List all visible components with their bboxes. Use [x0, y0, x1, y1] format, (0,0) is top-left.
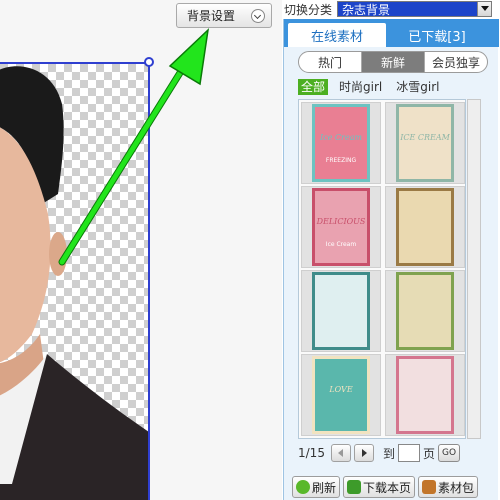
- thumbnail-text: ICE CREAM: [400, 133, 450, 142]
- thumbnail-subtext: FREEZING: [325, 157, 357, 164]
- filter-row: 全部 时尚girl 冰雪girl: [298, 79, 442, 95]
- sort-segmented-control: 热门 新鲜 会员独享: [298, 51, 488, 73]
- thumbnail-item[interactable]: [385, 354, 465, 436]
- tab-label: 在线素材: [310, 29, 363, 45]
- category-selected-value: 杂志背景: [342, 3, 391, 17]
- thumbnail-vintage-paper-frame: [396, 188, 454, 266]
- material-tabs: 在线素材 已下载[3]: [284, 19, 499, 47]
- thumbnail-teal-floral-frame: [312, 272, 370, 350]
- thumbnail-ice-cream-pink-poster: Ice Cream FREEZING: [312, 104, 370, 182]
- filter-snow-girl[interactable]: 冰雪girl: [393, 79, 442, 95]
- editing-canvas[interactable]: 背景设置: [0, 0, 282, 500]
- thumbnail-subtext: Ice Cream: [325, 241, 357, 248]
- thumbnail-love-teal-frame: LOVE: [312, 356, 370, 434]
- refresh-button[interactable]: 刷新: [292, 476, 341, 498]
- sort-label: 新鲜: [380, 55, 405, 70]
- sort-label: 会员独享: [431, 55, 480, 70]
- material-package-button[interactable]: 素材包: [418, 476, 479, 498]
- refresh-icon: [296, 480, 310, 494]
- page-indicator: 1/15: [298, 446, 325, 460]
- category-label: 切换分类: [284, 2, 333, 17]
- thumbnail-scrollbar[interactable]: [467, 99, 481, 439]
- thumbnail-delicious-ice-cream-poster: DELICIOUS Ice Cream: [312, 188, 370, 266]
- thumbnail-item[interactable]: Ice Cream FREEZING: [301, 102, 381, 184]
- pagination: 1/15 到 页 GO: [298, 443, 461, 463]
- tab-online-materials[interactable]: 在线素材: [288, 23, 386, 47]
- next-page-button[interactable]: [354, 444, 374, 462]
- category-switcher: 切换分类 杂志背景: [283, 0, 500, 18]
- sort-label: 热门: [317, 55, 342, 70]
- thumbnail-item[interactable]: [385, 270, 465, 352]
- go-button[interactable]: GO: [438, 444, 461, 462]
- annotation-arrow: [58, 27, 210, 266]
- page-unit-label: 页: [423, 446, 436, 461]
- tab-label: 已下载[3]: [408, 29, 466, 45]
- goto-label: 到: [383, 446, 396, 461]
- thumbnail-item[interactable]: LOVE: [301, 354, 381, 436]
- bottom-actions: 刷新 下载本页 素材包: [292, 476, 497, 498]
- material-panel: 在线素材 已下载[3] 热门 新鲜 会员独享 全部 时尚girl 冰雪girl …: [283, 19, 499, 500]
- thumbnail-ice-cream-vintage-poster: ICE CREAM: [396, 104, 454, 182]
- thumbnail-text: DELICIOUS: [316, 217, 366, 226]
- category-dropdown[interactable]: 杂志背景: [337, 1, 492, 17]
- thumbnail-grid: Ice Cream FREEZING ICE CREAM DELICIOUS Ice C…: [298, 99, 466, 439]
- download-page-label: 下载本页: [363, 480, 412, 495]
- sort-new-button[interactable]: 新鲜: [362, 52, 425, 72]
- tab-downloaded[interactable]: 已下载[3]: [388, 23, 486, 47]
- sort-hot-button[interactable]: 热门: [299, 52, 362, 72]
- prev-page-button[interactable]: [331, 444, 351, 462]
- dropdown-arrow-icon[interactable]: [477, 2, 491, 16]
- thumbnail-pink-rose-frame: [396, 356, 454, 434]
- material-package-label: 素材包: [438, 480, 475, 495]
- thumbnail-text: LOVE: [329, 385, 353, 394]
- filter-all[interactable]: 全部: [298, 79, 329, 95]
- filter-fashion-girl[interactable]: 时尚girl: [336, 79, 385, 95]
- sort-vip-button[interactable]: 会员独享: [425, 52, 487, 72]
- download-page-button[interactable]: 下载本页: [343, 476, 416, 498]
- thumbnail-item[interactable]: DELICIOUS Ice Cream: [301, 186, 381, 268]
- thumbnail-item[interactable]: ICE CREAM: [385, 102, 465, 184]
- thumbnail-item[interactable]: [385, 186, 465, 268]
- refresh-label: 刷新: [312, 480, 337, 495]
- download-arrow-icon: [347, 480, 362, 494]
- page-number-input[interactable]: [398, 444, 421, 462]
- thumbnail-text: Ice Cream: [320, 133, 362, 142]
- package-icon: [422, 480, 437, 494]
- thumbnail-oval-floral-frame: [396, 272, 454, 350]
- thumbnail-item[interactable]: [301, 270, 381, 352]
